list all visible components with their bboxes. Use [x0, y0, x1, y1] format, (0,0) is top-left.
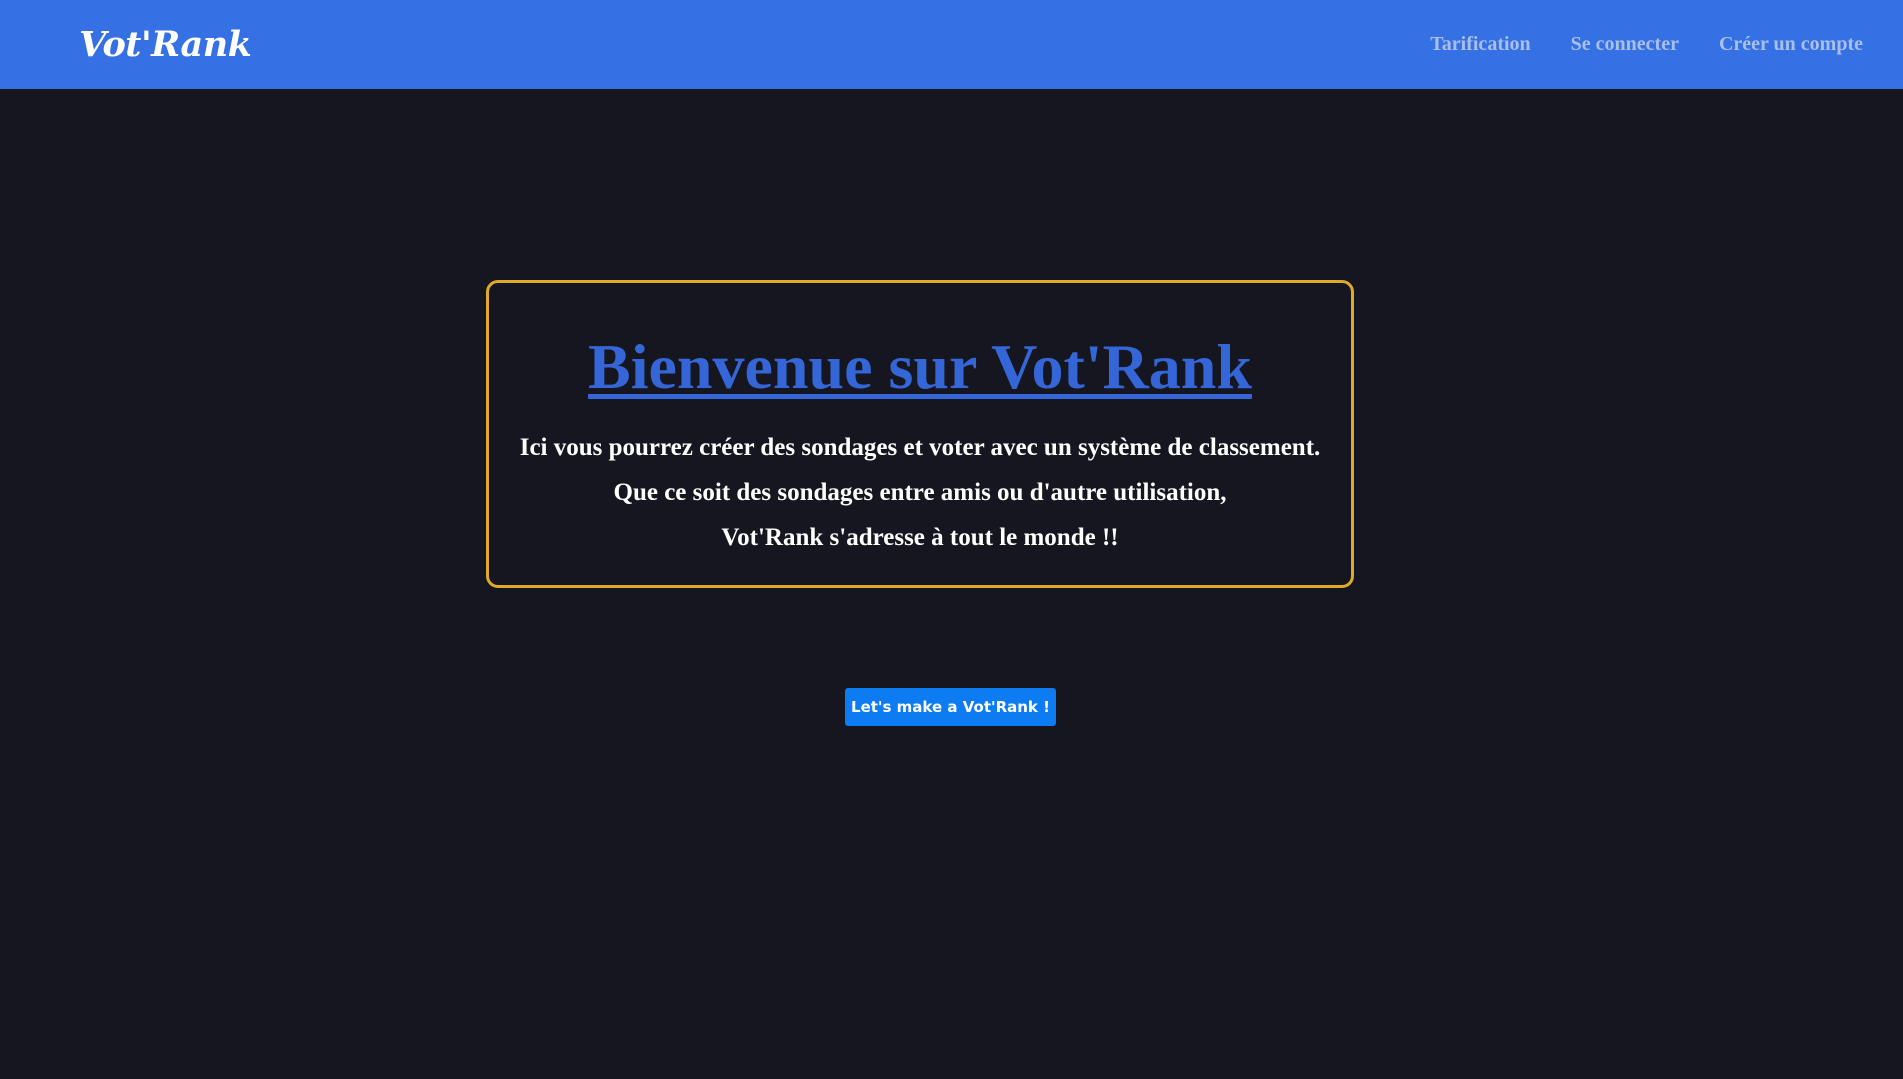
navbar: Vot'Rank Tarification Se connecter Créer… [0, 0, 1903, 89]
nav-link-register[interactable]: Créer un compte [1719, 33, 1863, 56]
welcome-line-3: Vot'Rank s'adresse à tout le monde !! [721, 524, 1119, 551]
nav-link-tarification[interactable]: Tarification [1430, 33, 1530, 56]
brand-logo[interactable]: Vot'Rank [79, 22, 252, 68]
welcome-title: Bienvenue sur Vot'Rank [588, 331, 1252, 402]
welcome-description: Ici vous pourrez créer des sondages et v… [489, 425, 1351, 560]
welcome-line-2: Que ce soit des sondages entre amis ou d… [613, 479, 1227, 506]
make-votrank-button[interactable]: Let's make a Vot'Rank ! [845, 688, 1056, 726]
welcome-card: Bienvenue sur Vot'Rank Ici vous pourrez … [486, 280, 1354, 588]
nav-link-login[interactable]: Se connecter [1571, 33, 1679, 56]
welcome-line-1: Ici vous pourrez créer des sondages et v… [519, 434, 1321, 461]
nav-links: Tarification Se connecter Créer un compt… [1430, 0, 1863, 89]
